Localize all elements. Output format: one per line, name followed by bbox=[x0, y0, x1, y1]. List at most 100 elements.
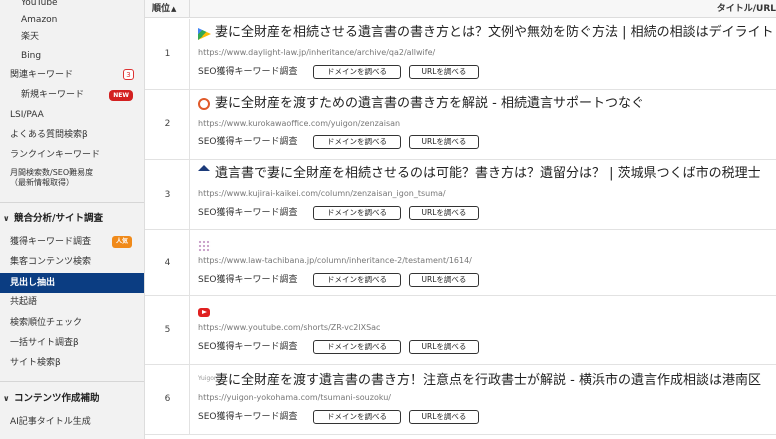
check-domain-button[interactable]: ドメインを調べる bbox=[313, 273, 401, 287]
rank-number: 2 bbox=[164, 119, 171, 129]
sidebar-item-label: LSI/PAA bbox=[10, 110, 44, 120]
sidebar: YouTube Amazon 楽天 Bing 関連キーワード 3 新規キーワード… bbox=[0, 0, 145, 439]
sidebar-item-label: 見出し抽出 bbox=[10, 278, 56, 288]
sidebar-item-label: 共起語 bbox=[10, 297, 38, 307]
sidebar-item-acquired-keywords[interactable]: 獲得キーワード調査 人気 bbox=[0, 232, 144, 252]
google-drive-icon bbox=[198, 28, 211, 40]
rank-number: 1 bbox=[164, 49, 171, 59]
sidebar-item-rank-check[interactable]: 検索順位チェック bbox=[0, 313, 144, 333]
sidebar-item-label: サイト検索β bbox=[10, 358, 61, 368]
table-row: 6 Yuigon 妻に全財産を渡す遺言書の書き方！注意点を行政書士が解説 - 横… bbox=[145, 365, 776, 435]
sidebar-item-label: 集客コンテンツ検索 bbox=[10, 257, 92, 267]
table-row: 1 妻に全財産を相続させる遺言書の書き方とは？文例や無効を防ぐ方法 | 相続の相… bbox=[145, 19, 776, 90]
check-domain-button[interactable]: ドメインを調べる bbox=[313, 135, 401, 149]
rank-cell: 2 bbox=[145, 90, 190, 159]
sidebar-item-label: 月間検索数/SEO難易度 bbox=[10, 168, 94, 177]
sidebar-section-competitor-analysis[interactable]: ∨ 競合分析/サイト調査 bbox=[0, 208, 144, 230]
result-content: 妻に全財産を渡すための遺言書の書き方を解説 - 相続遺言サポートつなぐ http… bbox=[198, 90, 776, 159]
table-header: 順位▲ タイトル/URL bbox=[145, 0, 776, 18]
sort-ascending-icon: ▲ bbox=[171, 5, 177, 13]
result-url[interactable]: https://yuigon-yokohama.com/tsumani-souz… bbox=[198, 393, 391, 403]
sidebar-item-heading-extraction[interactable]: 見出し抽出 bbox=[0, 273, 144, 293]
sidebar-item-label: 関連キーワード bbox=[10, 70, 74, 80]
rank-cell: 4 bbox=[145, 230, 190, 295]
rank-number: 4 bbox=[164, 258, 171, 268]
title-url-column-header: タイトル/URL bbox=[716, 4, 776, 14]
sidebar-divider bbox=[0, 202, 144, 203]
sidebar-item-content-search[interactable]: 集客コンテンツ検索 bbox=[0, 252, 144, 272]
result-title[interactable]: 妻に全財産を渡す遺言書の書き方！注意点を行政書士が解説 - 横浜市の遺言作成相談… bbox=[215, 373, 761, 389]
rank-cell: 3 bbox=[145, 160, 190, 229]
seo-keyword-label: SEO獲得キーワード調査 bbox=[198, 412, 298, 422]
result-content: 遺言書で妻に全財産を相続させるのは可能？書き方は？遺留分は？ | 茨城県つくば市… bbox=[198, 160, 776, 229]
result-url[interactable]: https://www.kujirai-kaikei.com/column/ze… bbox=[198, 189, 446, 199]
sidebar-item-label: ランクインキーワード bbox=[10, 150, 101, 160]
result-content: https://www.youtube.com/shorts/ZR-vc2lXS… bbox=[198, 296, 776, 364]
rank-cell: 5 bbox=[145, 296, 190, 364]
table-row: 4 https://www.law-tachibana.jp/column/in… bbox=[145, 230, 776, 296]
sidebar-item-ai-title[interactable]: AI記事タイトル生成 bbox=[0, 412, 144, 432]
rank-cell: 1 bbox=[145, 19, 190, 89]
sidebar-item-lsi-paa[interactable]: LSI/PAA bbox=[0, 105, 144, 125]
sidebar-item-rakuten[interactable]: 楽天 bbox=[0, 27, 144, 47]
result-url[interactable]: https://www.daylight-law.jp/inheritance/… bbox=[198, 48, 435, 58]
column-divider bbox=[189, 0, 190, 18]
sidebar-item-label: 獲得キーワード調査 bbox=[10, 237, 92, 247]
check-url-button[interactable]: URLを調べる bbox=[409, 135, 479, 149]
check-url-button[interactable]: URLを調べる bbox=[409, 65, 479, 79]
sidebar-item-label: YouTube bbox=[21, 0, 58, 8]
result-title[interactable]: 妻に全財産を相続させる遺言書の書き方とは？文例や無効を防ぐ方法 | 相続の相談は… bbox=[215, 25, 774, 41]
mountain-logo-icon bbox=[198, 165, 210, 171]
sidebar-item-label: 新規キーワード bbox=[21, 90, 85, 100]
seo-keyword-label: SEO獲得キーワード調査 bbox=[198, 275, 298, 285]
result-url[interactable]: https://www.kurokawaoffice.com/yuigon/ze… bbox=[198, 119, 400, 129]
sidebar-section-content-creation[interactable]: ∨ コンテンツ作成補助 bbox=[0, 388, 144, 410]
sidebar-item-label: よくある質問検索β bbox=[10, 130, 88, 140]
count-badge: 3 bbox=[123, 69, 134, 80]
rank-number: 3 bbox=[164, 190, 171, 200]
check-domain-button[interactable]: ドメインを調べる bbox=[313, 410, 401, 424]
sidebar-item-bing[interactable]: Bing bbox=[0, 46, 144, 66]
youtube-icon bbox=[198, 308, 210, 317]
rank-number: 6 bbox=[164, 394, 171, 404]
seo-keyword-label: SEO獲得キーワード調査 bbox=[198, 208, 298, 218]
sidebar-item-new-keywords[interactable]: 新規キーワード NEW bbox=[0, 85, 144, 105]
sidebar-item-label: 検索順位チェック bbox=[10, 318, 83, 328]
check-url-button[interactable]: URLを調べる bbox=[409, 273, 479, 287]
sidebar-divider bbox=[0, 381, 144, 382]
check-url-button[interactable]: URLを調べる bbox=[409, 410, 479, 424]
check-url-button[interactable]: URLを調べる bbox=[409, 340, 479, 354]
sidebar-item-site-search[interactable]: サイト検索β bbox=[0, 353, 144, 373]
table-row: 5 https://www.youtube.com/shorts/ZR-vc2l… bbox=[145, 296, 776, 365]
rank-cell: 6 bbox=[145, 365, 190, 434]
sidebar-item-related-keywords[interactable]: 関連キーワード 3 bbox=[0, 65, 144, 85]
ring-logo-icon bbox=[198, 98, 210, 110]
sidebar-item-cooccurrence[interactable]: 共起語 bbox=[0, 292, 144, 312]
result-title[interactable]: 遺言書で妻に全財産を相続させるのは可能？書き方は？遺留分は？ | 茨城県つくば市… bbox=[215, 166, 761, 182]
result-url[interactable]: https://www.law-tachibana.jp/column/inhe… bbox=[198, 256, 472, 266]
rank-column-header[interactable]: 順位▲ bbox=[152, 0, 176, 18]
result-title[interactable]: 妻に全財産を渡すための遺言書の書き方を解説 - 相続遺言サポートつなぐ bbox=[215, 96, 644, 112]
sidebar-item-label: Amazon bbox=[21, 15, 58, 25]
rank-header-label: 順位 bbox=[152, 4, 171, 14]
sidebar-item-label: AI記事タイトル生成 bbox=[10, 417, 91, 427]
check-domain-button[interactable]: ドメインを調べる bbox=[313, 206, 401, 220]
check-domain-button[interactable]: ドメインを調べる bbox=[313, 340, 401, 354]
sidebar-item-bulk-site-check[interactable]: 一括サイト調査β bbox=[0, 333, 144, 353]
table-row: 3 遺言書で妻に全財産を相続させるのは可能？書き方は？遺留分は？ | 茨城県つく… bbox=[145, 160, 776, 230]
sidebar-item-faq-search[interactable]: よくある質問検索β bbox=[0, 125, 144, 145]
seo-keyword-label: SEO獲得キーワード調査 bbox=[198, 67, 298, 77]
sidebar-item-label: 一括サイト調査β bbox=[10, 338, 79, 348]
check-domain-button[interactable]: ドメインを調べる bbox=[313, 65, 401, 79]
section-label: コンテンツ作成補助 bbox=[14, 393, 100, 404]
result-url[interactable]: https://www.youtube.com/shorts/ZR-vc2lXS… bbox=[198, 323, 380, 333]
sidebar-item-label: 楽天 bbox=[21, 32, 40, 42]
popular-badge: 人気 bbox=[111, 236, 132, 248]
result-content: https://www.law-tachibana.jp/column/inhe… bbox=[198, 230, 776, 295]
section-label: 競合分析/サイト調査 bbox=[14, 213, 103, 224]
sidebar-item-search-volume[interactable]: 月間検索数/SEO難易度 （最新情報取得） bbox=[0, 166, 144, 192]
sidebar-item-sublabel: （最新情報取得） bbox=[10, 178, 74, 187]
sidebar-item-rank-in-keywords[interactable]: ランクインキーワード bbox=[0, 145, 144, 165]
check-url-button[interactable]: URLを調べる bbox=[409, 206, 479, 220]
seo-keyword-label: SEO獲得キーワード調査 bbox=[198, 137, 298, 147]
